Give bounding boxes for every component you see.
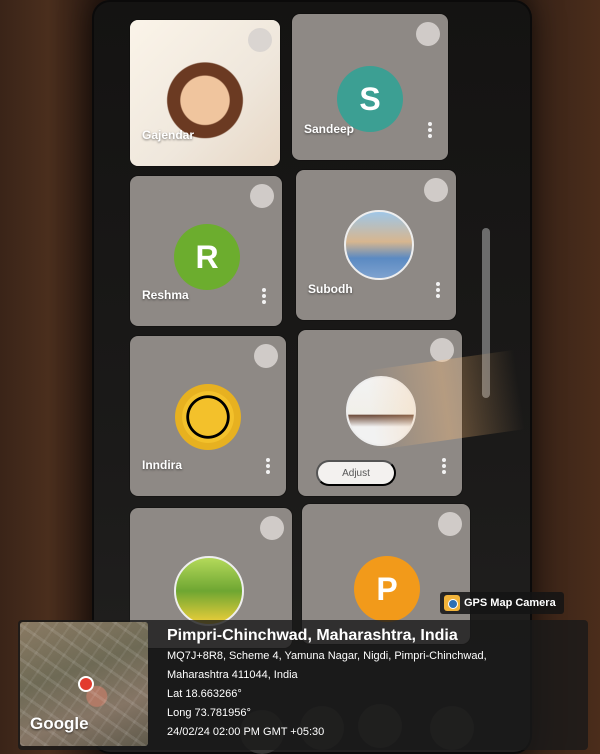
- camera-icon: [444, 595, 460, 611]
- location-title: Pimpri-Chinchwad, Maharashtra, India: [167, 627, 458, 644]
- participant-name: Gajendar: [142, 128, 195, 142]
- latitude: Lat 18.663266°: [167, 688, 242, 700]
- pin-icon[interactable]: [424, 178, 448, 202]
- longitude: Long 73.781956°: [167, 707, 251, 719]
- avatar: [175, 384, 241, 450]
- more-options-icon[interactable]: [442, 458, 446, 474]
- participant-tile[interactable]: Gajendar: [130, 20, 280, 166]
- participant-name: Sandeep: [304, 122, 355, 136]
- gps-map-camera-badge: GPS Map Camera: [440, 592, 564, 614]
- pin-icon[interactable]: [250, 184, 274, 208]
- avatar: [174, 556, 244, 626]
- pin-icon[interactable]: [248, 28, 272, 52]
- more-options-icon[interactable]: [428, 122, 432, 138]
- more-options-icon[interactable]: [266, 458, 270, 474]
- participant-tile[interactable]: S Sandeep: [292, 14, 448, 160]
- pin-icon[interactable]: [416, 22, 440, 46]
- more-options-icon[interactable]: [436, 282, 440, 298]
- avatar: [344, 210, 414, 280]
- pin-icon[interactable]: [254, 344, 278, 368]
- participant-name: Inndira: [142, 458, 183, 472]
- participant-tile[interactable]: Subodh: [296, 170, 456, 320]
- location-pin-icon: [78, 676, 94, 692]
- address-line-1: MQ7J+8R8, Scheme 4, Yamuna Nagar, Nigdi,…: [167, 650, 487, 662]
- participant-name: Reshma: [142, 288, 189, 302]
- participant-tile[interactable]: R Reshma: [130, 176, 282, 326]
- gps-badge-label: GPS Map Camera: [464, 597, 556, 609]
- more-options-icon[interactable]: [262, 288, 266, 304]
- avatar: R: [174, 224, 240, 290]
- adjust-button[interactable]: Adjust: [316, 460, 396, 486]
- datetime: 24/02/24 02:00 PM GMT +05:30: [167, 726, 325, 738]
- participant-name: Subodh: [308, 282, 353, 296]
- address-line-2: Maharashtra 411044, India: [167, 669, 298, 681]
- pin-icon[interactable]: [260, 516, 284, 540]
- participant-tile[interactable]: Inndira: [130, 336, 286, 496]
- avatar: P: [354, 556, 420, 622]
- google-label: Google: [30, 714, 89, 733]
- pin-icon[interactable]: [438, 512, 462, 536]
